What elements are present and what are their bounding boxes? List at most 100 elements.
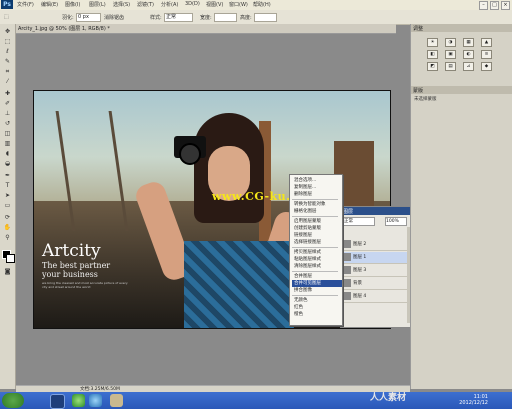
hand-tool-icon[interactable]: ✋ bbox=[3, 224, 12, 232]
adjustment-icon[interactable]: ≋ bbox=[481, 50, 492, 59]
context-menu-item[interactable]: 拷贝图层样式 bbox=[292, 249, 342, 256]
taskbar-app-icon-green[interactable] bbox=[72, 394, 85, 407]
antialias-label[interactable]: 消除锯齿 bbox=[104, 14, 124, 21]
style-select[interactable]: 正常 bbox=[164, 13, 193, 22]
height-input[interactable] bbox=[254, 13, 277, 22]
blend-mode-select[interactable]: 正常 bbox=[343, 217, 375, 226]
quick-mask-icon[interactable]: ◙ bbox=[3, 268, 12, 276]
context-menu-item[interactable]: 混合选项... bbox=[292, 177, 342, 184]
adjustment-icon[interactable]: ☀ bbox=[427, 38, 438, 47]
layers-panel-title: 图层 bbox=[343, 209, 354, 215]
layer-row[interactable]: 图层 2 bbox=[343, 239, 407, 251]
document-tab[interactable]: Arcity_1.jpg @ 50% (图层 1, RGB/8) * bbox=[16, 24, 396, 34]
adjustment-icon[interactable]: ◆ bbox=[481, 62, 492, 71]
layers-panel-header[interactable]: 图层 bbox=[341, 207, 411, 215]
adjustment-icon[interactable]: ▤ bbox=[445, 62, 456, 71]
context-menu-separator bbox=[292, 199, 338, 200]
menu-filter[interactable]: 滤镜(T) bbox=[137, 1, 154, 8]
masks-panel-header[interactable]: 蒙版 bbox=[411, 86, 512, 94]
menu-view[interactable]: 视图(V) bbox=[206, 1, 223, 8]
marquee-tool-icon[interactable]: ⬚ bbox=[3, 38, 12, 46]
crop-tool-icon[interactable]: ⌗ bbox=[3, 68, 12, 76]
background-color-swatch[interactable] bbox=[6, 254, 15, 263]
quick-select-tool-icon[interactable]: ✎ bbox=[3, 58, 12, 66]
feather-input[interactable]: 0 px bbox=[76, 13, 101, 22]
menu-3d[interactable]: 3D(D) bbox=[185, 1, 200, 7]
close-button[interactable]: × bbox=[501, 1, 510, 10]
menu-edit[interactable]: 编辑(E) bbox=[41, 1, 58, 8]
adjustment-icon[interactable]: ◐ bbox=[463, 50, 474, 59]
minimize-button[interactable]: – bbox=[479, 1, 488, 10]
context-menu-item[interactable]: 选择链接图层 bbox=[292, 239, 342, 246]
taskbar-app-icon-blue[interactable] bbox=[89, 394, 102, 407]
layer-row-active[interactable]: 图层 1 bbox=[343, 252, 407, 264]
start-button[interactable] bbox=[2, 393, 24, 408]
maximize-button[interactable]: □ bbox=[490, 1, 499, 10]
history-brush-tool-icon[interactable]: ↺ bbox=[3, 120, 12, 128]
layer-row[interactable]: 背景 bbox=[343, 278, 407, 290]
adjustment-icon[interactable]: ◩ bbox=[427, 62, 438, 71]
3d-rotate-tool-icon[interactable]: ⟳ bbox=[3, 214, 12, 222]
eraser-tool-icon[interactable]: ◫ bbox=[3, 130, 12, 138]
context-menu-item[interactable]: 拼合图像 bbox=[292, 287, 342, 294]
context-menu-item[interactable]: 红色 bbox=[292, 304, 342, 311]
context-menu-item[interactable]: 栅格化图层 bbox=[292, 208, 342, 215]
layer-thumbnail bbox=[343, 278, 351, 287]
adjustment-icon[interactable]: ▣ bbox=[445, 50, 456, 59]
context-menu-item[interactable]: 删除图层 bbox=[292, 191, 342, 198]
menu-select[interactable]: 选择(S) bbox=[113, 1, 130, 8]
lasso-tool-icon[interactable]: ℓ bbox=[3, 48, 12, 56]
type-tool-icon[interactable]: T bbox=[3, 182, 12, 190]
zoom-tool-icon[interactable]: ⚲ bbox=[3, 234, 12, 242]
menu-image[interactable]: 图像(I) bbox=[65, 1, 80, 8]
layer-row[interactable]: 图层 3 bbox=[343, 265, 407, 277]
tray-clock[interactable]: 11:01 2012/12/12 bbox=[459, 394, 488, 406]
context-menu-item[interactable]: 复制图层... bbox=[292, 184, 342, 191]
opacity-input[interactable]: 100% bbox=[385, 217, 407, 226]
context-menu-item[interactable]: 合并可见图层 bbox=[292, 280, 342, 287]
eyedropper-tool-icon[interactable]: ⁄ bbox=[3, 78, 12, 86]
taskbar-app-icon-folder[interactable] bbox=[110, 394, 123, 407]
adjustment-icon[interactable]: ▦ bbox=[463, 38, 474, 47]
masks-title: 蒙版 bbox=[413, 88, 424, 94]
height-label: 高度: bbox=[240, 15, 252, 21]
layer-name: 图层 2 bbox=[353, 242, 367, 247]
adjustment-icon[interactable]: ⊿ bbox=[463, 62, 474, 71]
shape-tool-icon[interactable]: ▭ bbox=[3, 202, 12, 210]
brush-tool-icon[interactable]: ✐ bbox=[3, 100, 12, 108]
menu-help[interactable]: 帮助(H) bbox=[253, 1, 271, 8]
width-label: 宽度: bbox=[200, 15, 212, 21]
adjustment-icon[interactable]: ▲ bbox=[481, 38, 492, 47]
menu-window[interactable]: 窗口(W) bbox=[229, 1, 248, 8]
healing-tool-icon[interactable]: ✚ bbox=[3, 90, 12, 98]
photoshop-logo: Ps bbox=[1, 0, 13, 9]
marquee-tool-icon[interactable]: ⬚ bbox=[4, 14, 9, 20]
taskbar-photoshop-icon[interactable] bbox=[50, 394, 65, 409]
clone-stamp-tool-icon[interactable]: ⊥ bbox=[3, 110, 12, 118]
width-input[interactable] bbox=[214, 13, 237, 22]
clock-date: 2012/12/12 bbox=[459, 400, 488, 406]
path-select-tool-icon[interactable]: ➤ bbox=[3, 192, 12, 200]
adjustment-icon[interactable]: ◧ bbox=[427, 50, 438, 59]
adjustment-icon[interactable]: ◑ bbox=[445, 38, 456, 47]
context-menu-item[interactable]: 启用图层蒙版 bbox=[292, 218, 342, 225]
context-menu-item[interactable]: 无颜色 bbox=[292, 297, 342, 304]
context-menu-item[interactable]: 创建剪贴蒙版 bbox=[292, 225, 342, 232]
context-menu-item[interactable]: 转换为智能对象 bbox=[292, 201, 342, 208]
menu-layer[interactable]: 图层(L) bbox=[89, 1, 106, 8]
dodge-tool-icon[interactable]: ◒ bbox=[3, 160, 12, 168]
blur-tool-icon[interactable]: ◖ bbox=[3, 150, 12, 158]
gradient-tool-icon[interactable]: ▥ bbox=[3, 140, 12, 148]
context-menu-item[interactable]: 链接图层 bbox=[292, 232, 342, 239]
pen-tool-icon[interactable]: ✒ bbox=[3, 172, 12, 180]
context-menu-item[interactable]: 粘贴图层样式 bbox=[292, 256, 342, 263]
move-tool-icon[interactable]: ✥ bbox=[3, 28, 12, 36]
menu-file[interactable]: 文件(F) bbox=[17, 1, 34, 8]
context-menu-item[interactable]: 清除图层样式 bbox=[292, 263, 342, 270]
menu-analysis[interactable]: 分析(A) bbox=[161, 1, 178, 8]
layer-row[interactable]: 图层 4 bbox=[343, 291, 407, 303]
context-menu-item[interactable]: 合并图层 bbox=[292, 273, 342, 280]
context-menu-item[interactable]: 橙色 bbox=[292, 311, 342, 318]
context-menu-separator bbox=[292, 295, 338, 296]
masks-status-text: 未选择蒙版 bbox=[414, 97, 437, 102]
